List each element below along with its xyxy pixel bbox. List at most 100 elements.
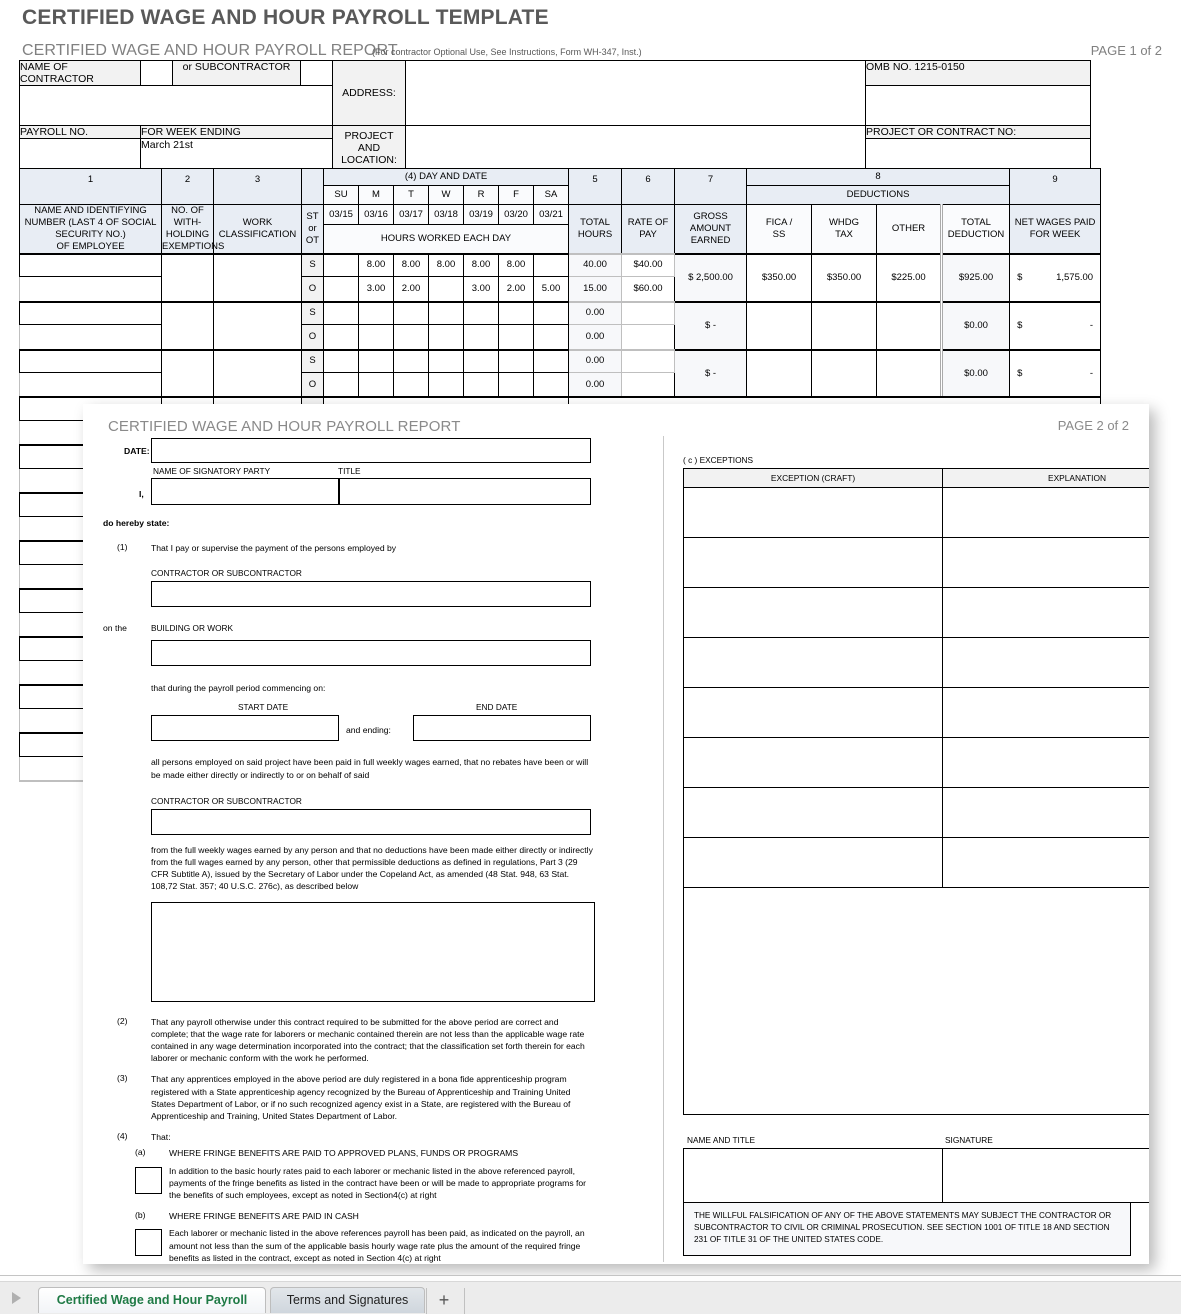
ot-hours-f[interactable] <box>498 372 534 398</box>
fica-ss-amount[interactable] <box>746 300 813 350</box>
exception-craft-cell[interactable] <box>683 537 943 588</box>
ot-rate-of-pay[interactable]: $60.00 <box>621 276 676 302</box>
employee-id-cell[interactable] <box>19 324 162 350</box>
ot-hours-w[interactable] <box>428 372 464 398</box>
date-input[interactable] <box>151 438 591 463</box>
st-hours-sa[interactable] <box>532 300 570 325</box>
ot-hours-m[interactable]: 3.00 <box>358 276 394 302</box>
ot-hours-sa[interactable] <box>532 324 570 350</box>
st-hours-w[interactable] <box>428 300 464 325</box>
fica-ss-amount[interactable]: $350.00 <box>746 252 813 302</box>
employee-name-cell[interactable] <box>19 252 162 277</box>
other-deduction-amount[interactable] <box>876 348 943 398</box>
st-rate-of-pay[interactable] <box>621 300 676 325</box>
signature-input[interactable] <box>942 1148 1149 1203</box>
whdg-tax-amount[interactable] <box>811 300 878 350</box>
end-date-input[interactable] <box>413 715 591 742</box>
exception-craft-cell[interactable] <box>683 837 943 888</box>
fringe-benefits-plans-checkbox[interactable] <box>135 1166 162 1194</box>
week-ending-value[interactable]: March 21st <box>140 138 333 170</box>
payroll-no-input-cell[interactable] <box>19 138 141 170</box>
ot-hours-su[interactable] <box>323 276 359 302</box>
sheet-tab-terms-and-signatures[interactable]: Terms and Signatures <box>270 1287 425 1313</box>
exception-craft-cell[interactable] <box>683 637 943 688</box>
ot-hours-r[interactable] <box>463 372 499 398</box>
start-date-input[interactable] <box>151 715 339 742</box>
project-location-input-cell[interactable] <box>405 125 866 170</box>
employee-name-cell[interactable] <box>19 300 162 325</box>
name-and-title-input[interactable] <box>683 1148 943 1203</box>
exception-explanation-cell[interactable] <box>942 837 1149 888</box>
exception-explanation-cell[interactable] <box>942 737 1149 788</box>
ot-hours-r[interactable]: 3.00 <box>463 276 499 302</box>
ot-hours-m[interactable] <box>358 372 394 398</box>
ot-rate-of-pay[interactable] <box>621 324 676 350</box>
st-hours-su[interactable] <box>323 300 359 325</box>
ot-hours-su[interactable] <box>323 324 359 350</box>
ot-hours-m[interactable] <box>358 324 394 350</box>
ot-hours-w[interactable] <box>428 276 464 302</box>
ot-hours-f[interactable]: 2.00 <box>498 276 534 302</box>
st-hours-w[interactable] <box>428 348 464 373</box>
exemptions-cell[interactable] <box>161 252 214 302</box>
st-hours-r[interactable] <box>463 348 499 373</box>
st-hours-sa[interactable] <box>532 348 570 373</box>
exception-explanation-cell[interactable] <box>942 787 1149 838</box>
exemptions-cell[interactable] <box>161 300 214 350</box>
subcontractor-checkbox-cell[interactable] <box>300 60 333 86</box>
exception-craft-cell[interactable] <box>683 787 943 838</box>
exception-explanation-cell[interactable] <box>942 587 1149 638</box>
work-classification-cell[interactable] <box>213 348 302 398</box>
st-hours-r[interactable] <box>463 300 499 325</box>
st-hours-m[interactable]: 8.00 <box>358 252 394 277</box>
st-hours-su[interactable] <box>323 252 359 277</box>
ot-hours-sa[interactable] <box>532 372 570 398</box>
signatory-name-input[interactable] <box>151 478 339 505</box>
address-input-cell[interactable] <box>405 60 866 126</box>
building-or-work-input[interactable] <box>151 640 591 667</box>
st-hours-f[interactable] <box>498 300 534 325</box>
st-rate-of-pay[interactable] <box>621 348 676 373</box>
st-rate-of-pay[interactable]: $40.00 <box>621 252 676 277</box>
sheet-tab-certified-wage-and-hour-payroll[interactable]: Certified Wage and Hour Payroll <box>38 1287 266 1313</box>
exception-craft-cell[interactable] <box>683 487 943 538</box>
other-deduction-amount[interactable]: $225.00 <box>876 252 943 302</box>
st-hours-t[interactable] <box>393 300 429 325</box>
contractor-name-input-cell[interactable] <box>19 85 333 126</box>
st-hours-r[interactable]: 8.00 <box>463 252 499 277</box>
st-hours-f[interactable]: 8.00 <box>498 252 534 277</box>
st-hours-m[interactable] <box>358 300 394 325</box>
exception-explanation-cell[interactable] <box>942 487 1149 538</box>
st-hours-t[interactable]: 8.00 <box>393 252 429 277</box>
contractor-subcontractor-input-2[interactable] <box>151 808 591 835</box>
sheet-nav-next-icon[interactable] <box>12 1292 21 1304</box>
st-hours-t[interactable] <box>393 348 429 373</box>
st-hours-sa[interactable] <box>532 252 570 277</box>
ot-hours-f[interactable] <box>498 324 534 350</box>
work-classification-cell[interactable] <box>213 300 302 350</box>
exception-explanation-cell[interactable] <box>942 687 1149 738</box>
ot-hours-w[interactable] <box>428 324 464 350</box>
project-contract-no-input-cell[interactable] <box>865 138 1091 170</box>
whdg-tax-amount[interactable] <box>811 348 878 398</box>
whdg-tax-amount[interactable]: $350.00 <box>811 252 878 302</box>
st-hours-su[interactable] <box>323 348 359 373</box>
ot-hours-t[interactable] <box>393 372 429 398</box>
fica-ss-amount[interactable] <box>746 348 813 398</box>
work-classification-cell[interactable] <box>213 252 302 302</box>
ot-rate-of-pay[interactable] <box>621 372 676 398</box>
employee-id-cell[interactable] <box>19 372 162 398</box>
ot-hours-r[interactable] <box>463 324 499 350</box>
deductions-description-textarea[interactable] <box>151 901 595 1002</box>
exemptions-cell[interactable] <box>161 348 214 398</box>
ot-hours-t[interactable] <box>393 324 429 350</box>
add-sheet-icon[interactable]: + <box>432 1290 456 1312</box>
other-deduction-amount[interactable] <box>876 300 943 350</box>
contractor-subcontractor-input-1[interactable] <box>151 581 591 608</box>
st-hours-m[interactable] <box>358 348 394 373</box>
exception-explanation-cell[interactable] <box>942 637 1149 688</box>
ot-hours-t[interactable]: 2.00 <box>393 276 429 302</box>
exception-craft-cell[interactable] <box>683 687 943 738</box>
contractor-checkbox-cell[interactable] <box>140 60 173 86</box>
exception-explanation-cell[interactable] <box>942 537 1149 588</box>
